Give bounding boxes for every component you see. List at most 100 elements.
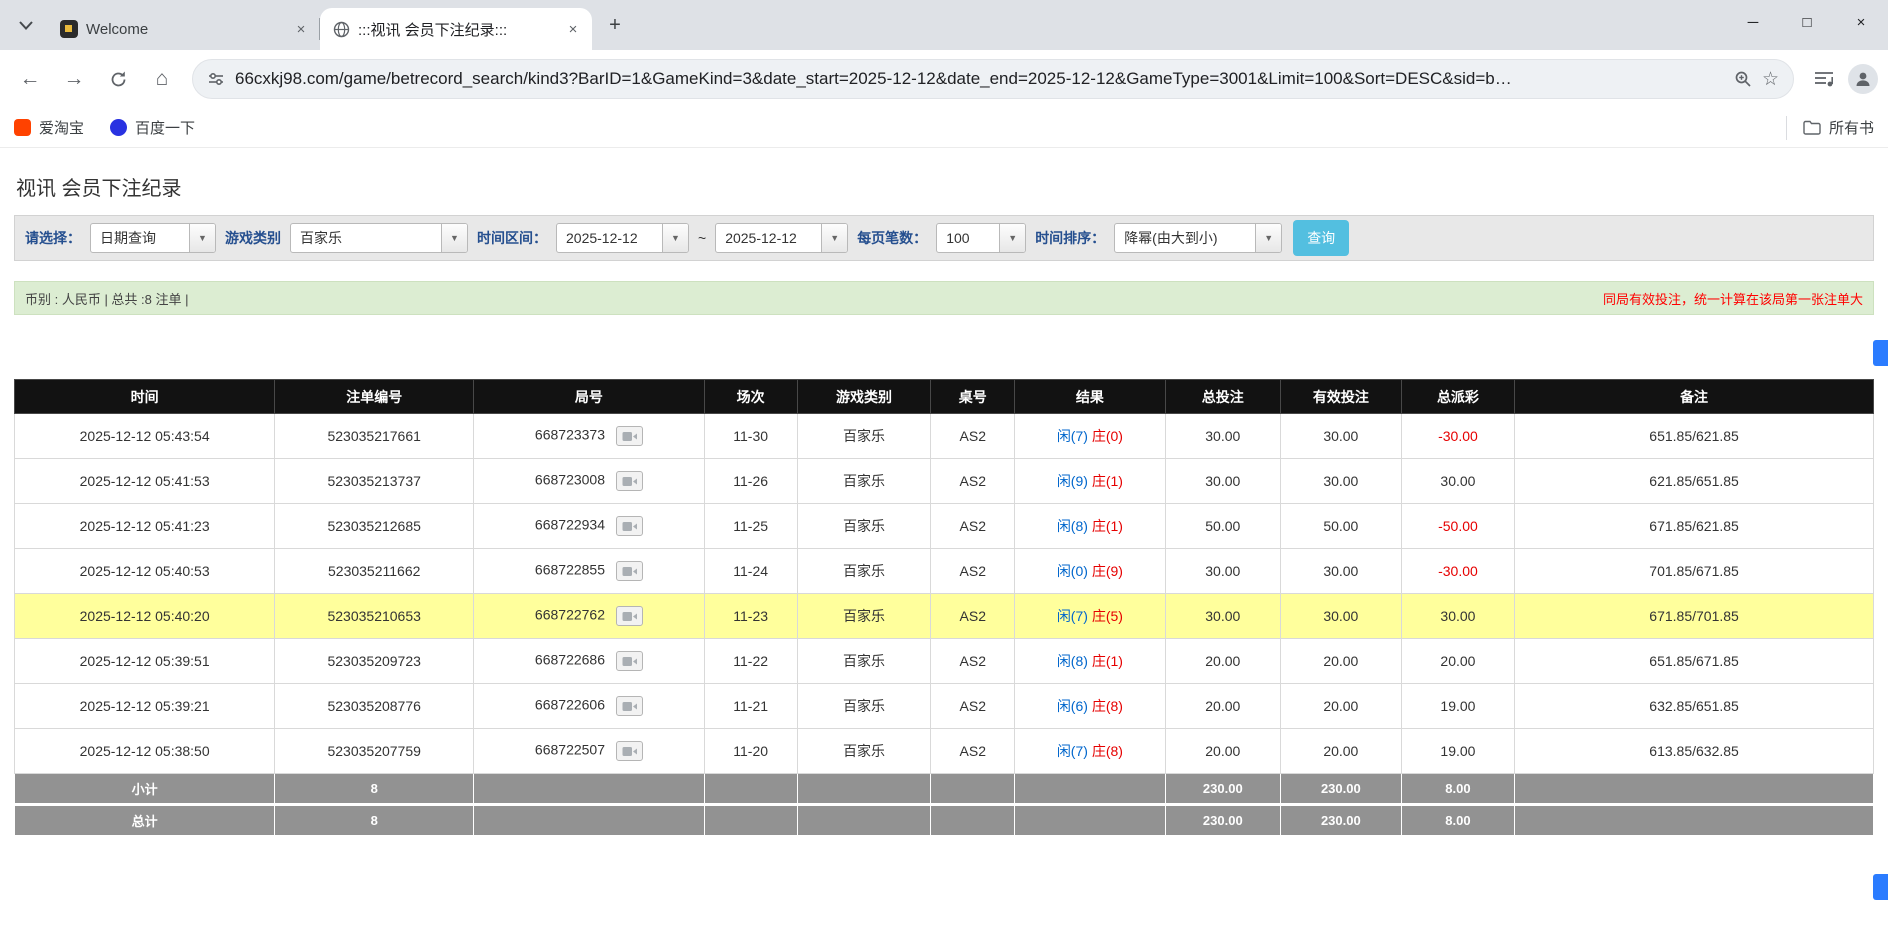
home-button[interactable]: ⌂ [142, 59, 182, 99]
browser-tab-welcome[interactable]: Welcome × [48, 8, 320, 50]
cell-table-no: AS2 [931, 639, 1015, 684]
round-number: 668722855 [535, 562, 605, 578]
col-header-note: 备注 [1515, 380, 1874, 414]
reload-icon [109, 70, 128, 89]
cell-bet-id: 523035212685 [275, 504, 474, 549]
cell-round: 668722606 [474, 684, 705, 729]
cell-session: 11-23 [704, 594, 797, 639]
chevron-down-icon[interactable]: ▼ [999, 224, 1025, 252]
table-row: 2025-12-12 05:43:54 523035217661 6687233… [15, 414, 1874, 459]
round-number: 668722507 [535, 742, 605, 758]
cell-session: 11-26 [704, 459, 797, 504]
round-number: 668723373 [535, 427, 605, 443]
result-player: 闲(7) [1057, 608, 1088, 624]
cell-table-no: AS2 [931, 459, 1015, 504]
grand-total-row: 总计 8 230.00 230.00 8.00 [15, 805, 1874, 836]
all-bookmarks-button[interactable]: 所有书 [1786, 116, 1874, 140]
round-replay-button[interactable] [616, 606, 643, 626]
window-maximize-button[interactable]: □ [1780, 0, 1834, 44]
all-bookmarks-label: 所有书 [1829, 117, 1874, 138]
query-type-select[interactable]: 日期查询 ▼ [90, 223, 216, 253]
window-close-button[interactable]: × [1834, 0, 1888, 44]
round-replay-button[interactable] [616, 516, 643, 536]
bookmark-aitaobao[interactable]: 爱淘宝 [14, 117, 84, 138]
new-tab-button[interactable]: + [600, 10, 630, 40]
round-replay-button[interactable] [616, 471, 643, 491]
zoom-icon[interactable] [1734, 70, 1752, 88]
search-button[interactable]: 查询 [1293, 220, 1349, 256]
col-header-payout: 总派彩 [1401, 380, 1514, 414]
media-controls-icon[interactable] [1804, 59, 1844, 99]
chevron-down-icon[interactable]: ▼ [662, 224, 688, 252]
cell-total-bet: 20.00 [1165, 639, 1280, 684]
globe-favicon-icon [332, 20, 350, 38]
tab-close-icon[interactable]: × [290, 18, 312, 40]
per-page-select[interactable]: 100 ▼ [936, 223, 1026, 253]
cell-bet-id: 523035207759 [275, 729, 474, 774]
video-replay-icon [622, 656, 637, 667]
round-replay-button[interactable] [616, 651, 643, 671]
summary-currency-total: 币别 : 人民币 | 总共 :8 注单 | [25, 289, 189, 308]
result-banker: 庄(1) [1092, 518, 1123, 534]
cell-game-type: 百家乐 [797, 684, 931, 729]
tab-close-icon[interactable]: × [562, 18, 584, 40]
chevron-down-icon[interactable]: ▼ [1255, 224, 1281, 252]
sort-select[interactable]: 降幂(由大到小) ▼ [1114, 223, 1282, 253]
cell-total-bet: 30.00 [1165, 594, 1280, 639]
cell-payout: 19.00 [1401, 684, 1514, 729]
cell-payout: 19.00 [1401, 729, 1514, 774]
chevron-down-icon[interactable]: ▼ [441, 224, 467, 252]
back-button[interactable]: ← [10, 59, 50, 99]
url-text[interactable]: 66cxkj98.com/game/betrecord_search/kind3… [235, 69, 1724, 89]
browser-tab-betrecord[interactable]: :::视讯 会员下注纪录::: × [320, 8, 592, 50]
round-replay-button[interactable] [616, 426, 643, 446]
round-replay-button[interactable] [616, 696, 643, 716]
cell-table-no: AS2 [931, 414, 1015, 459]
game-category-select[interactable]: 百家乐 ▼ [290, 223, 468, 253]
person-icon [1854, 70, 1872, 88]
cell-session: 11-30 [704, 414, 797, 459]
sort-value: 降幂(由大到小) [1115, 224, 1255, 252]
cell-session: 11-20 [704, 729, 797, 774]
cell-game-type: 百家乐 [797, 504, 931, 549]
cell-time: 2025-12-12 05:39:21 [15, 684, 275, 729]
window-minimize-button[interactable]: ─ [1726, 0, 1780, 44]
chevron-down-icon [19, 21, 33, 30]
query-type-label: 请选择： [25, 228, 81, 248]
chevron-down-icon[interactable]: ▼ [189, 224, 215, 252]
date-start-input[interactable]: 2025-12-12 ▼ [556, 223, 689, 253]
cell-total-bet: 20.00 [1165, 684, 1280, 729]
url-bar[interactable]: 66cxkj98.com/game/betrecord_search/kind3… [192, 59, 1794, 99]
summary-notice: 同局有效投注，统一计算在该局第一张注单大 [1603, 289, 1863, 308]
reload-button[interactable] [98, 59, 138, 99]
site-settings-icon[interactable] [207, 70, 225, 88]
cell-note: 651.85/671.85 [1515, 639, 1874, 684]
chevron-down-icon[interactable]: ▼ [821, 224, 847, 252]
tab-search-button[interactable] [10, 9, 42, 41]
grand-total-count: 8 [275, 805, 474, 836]
cell-game-type: 百家乐 [797, 414, 931, 459]
cell-time: 2025-12-12 05:41:53 [15, 459, 275, 504]
round-replay-button[interactable] [616, 561, 643, 581]
table-row: 2025-12-12 05:40:53 523035211662 6687228… [15, 549, 1874, 594]
bookmark-star-icon[interactable]: ☆ [1762, 68, 1779, 91]
date-end-input[interactable]: 2025-12-12 ▼ [715, 223, 848, 253]
forward-button[interactable]: → [54, 59, 94, 99]
profile-avatar[interactable] [1848, 64, 1878, 94]
date-range-separator: ~ [698, 230, 706, 246]
round-number: 668722606 [535, 697, 605, 713]
col-header-result: 结果 [1015, 380, 1166, 414]
bookmark-baidu[interactable]: 百度一下 [110, 117, 195, 138]
cell-bet-id: 523035210653 [275, 594, 474, 639]
cell-session: 11-21 [704, 684, 797, 729]
date-end-value: 2025-12-12 [716, 224, 821, 252]
result-banker: 庄(8) [1092, 698, 1123, 714]
cell-table-no: AS2 [931, 684, 1015, 729]
col-header-round: 局号 [474, 380, 705, 414]
scroll-indicator-top[interactable] [1873, 340, 1888, 366]
scroll-indicator-bottom[interactable] [1873, 874, 1888, 900]
cell-bet-id: 523035209723 [275, 639, 474, 684]
round-replay-button[interactable] [616, 741, 643, 761]
bookmark-label: 百度一下 [135, 117, 195, 138]
cell-result: 闲(0) 庄(9) [1015, 549, 1166, 594]
